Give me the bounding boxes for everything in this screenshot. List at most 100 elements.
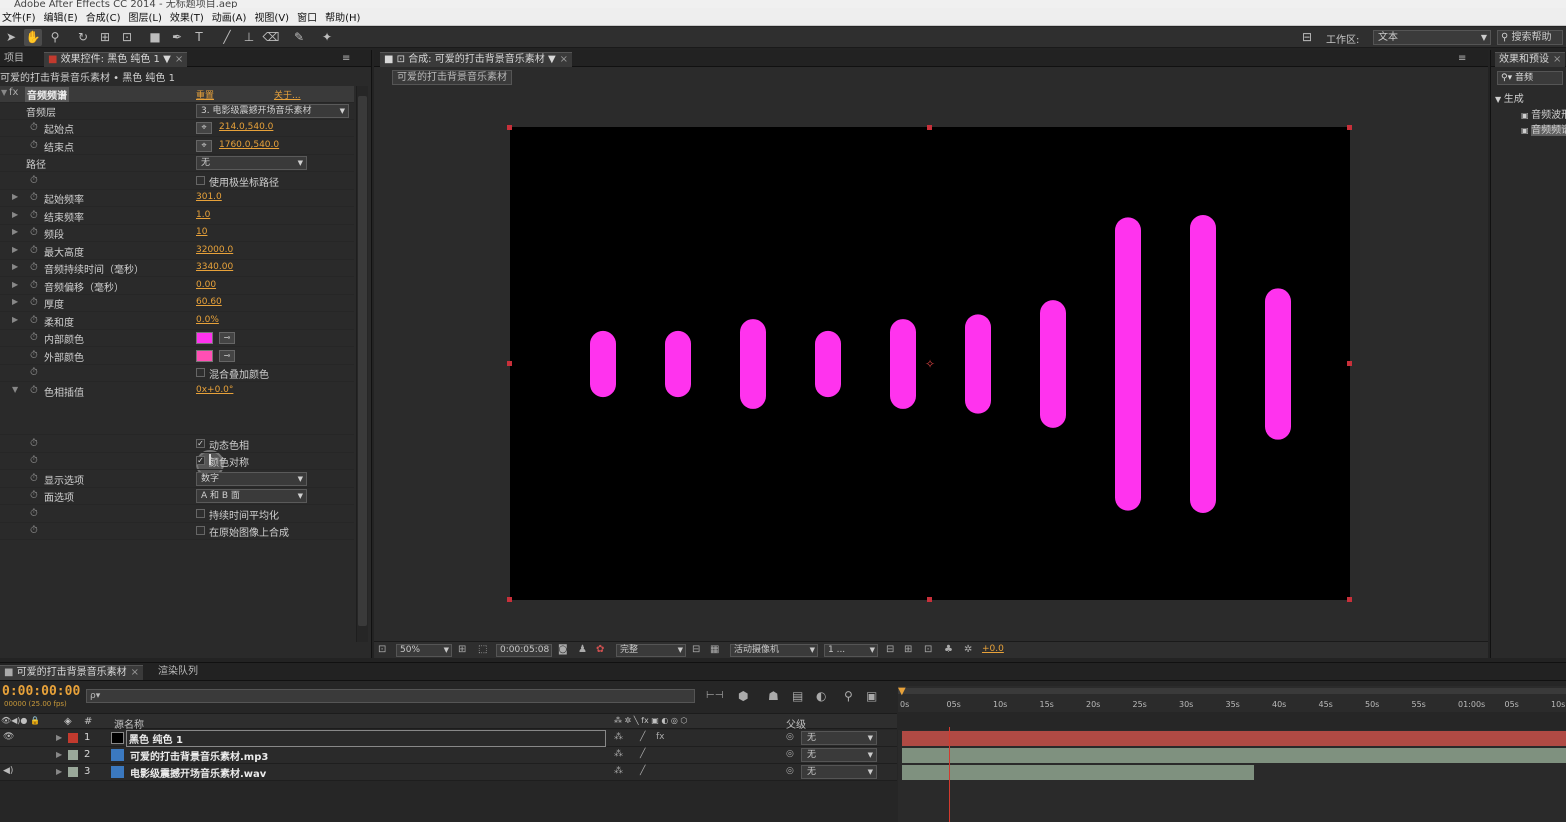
- use-polar-checkbox[interactable]: [196, 176, 205, 185]
- layer-duration-bar[interactable]: [902, 731, 1566, 746]
- crosshair-icon[interactable]: ⌖: [196, 122, 212, 134]
- eyedropper-icon[interactable]: ⊸: [219, 350, 235, 362]
- label-color-swatch[interactable]: [68, 750, 78, 760]
- camera-tool-icon[interactable]: ⊞: [96, 29, 114, 46]
- flowchart-icon[interactable]: ♣: [944, 644, 953, 655]
- work-area-bar[interactable]: [898, 688, 1566, 694]
- shy-switch-icon[interactable]: ⁂: [614, 749, 623, 759]
- stopwatch-icon[interactable]: ⏱: [30, 490, 38, 501]
- duration-averaging-checkbox[interactable]: [196, 509, 205, 518]
- zoom-select[interactable]: 50% ▼: [396, 644, 452, 657]
- rotate-tool-icon[interactable]: ↻: [74, 29, 92, 46]
- preview-toggle-icon[interactable]: ⊡: [378, 644, 386, 655]
- pen-tool-icon[interactable]: ✒: [168, 29, 186, 46]
- side-options-select[interactable]: A 和 B 面 ▼: [196, 489, 307, 503]
- fit-icon[interactable]: ⊞: [458, 644, 466, 655]
- brush-tool-icon[interactable]: ╱: [218, 29, 236, 46]
- effect-item-audio-spectrum[interactable]: ▣ 音频频谱: [1521, 121, 1566, 136]
- time-ruler[interactable]: ▼ 0s 05s 10s 15s 20s 25s 30s 35s 40s 45s 50s 55s 01:…: [898, 686, 1566, 712]
- expand-icon[interactable]: ▶: [12, 227, 18, 236]
- stopwatch-icon[interactable]: ⏱: [30, 473, 38, 484]
- max-height-value[interactable]: 32000.0: [196, 245, 233, 255]
- camera-select[interactable]: 活动摄像机 ▼: [730, 644, 818, 657]
- expand-icon[interactable]: ▶: [56, 733, 62, 742]
- path-select[interactable]: 无 ▼: [196, 156, 307, 170]
- hue-interpolation-value[interactable]: 0x+0.0°: [196, 385, 233, 395]
- region-icon[interactable]: ⬚: [478, 644, 487, 655]
- layer-handle[interactable]: [507, 125, 512, 130]
- timeline-search-input[interactable]: ρ▾: [86, 689, 695, 703]
- layer-handle[interactable]: [507, 361, 512, 366]
- stopwatch-icon[interactable]: ⏱: [30, 367, 38, 378]
- zoom-tool-icon[interactable]: ⚲: [46, 29, 64, 46]
- crosshair-icon[interactable]: ⌖: [196, 140, 212, 152]
- menu-layer[interactable]: 图层(L): [126, 9, 167, 24]
- label-color-swatch[interactable]: [68, 733, 78, 743]
- channel-icon[interactable]: ✿: [596, 644, 604, 655]
- layer-handle[interactable]: [927, 597, 932, 602]
- outside-color-swatch[interactable]: [196, 350, 213, 362]
- playhead-line[interactable]: [949, 727, 950, 822]
- fx-switch-icon[interactable]: fx: [656, 732, 665, 742]
- close-icon[interactable]: ×: [131, 667, 139, 678]
- parent-select[interactable]: 无 ▼: [801, 765, 877, 779]
- layer-name[interactable]: 黑色 纯色 1: [126, 730, 606, 747]
- expand-icon[interactable]: ▶: [12, 210, 18, 219]
- expand-icon[interactable]: ▶: [12, 262, 18, 271]
- shy-layers-icon[interactable]: ☗: [768, 689, 779, 703]
- frame-blending-icon[interactable]: ▤: [792, 689, 803, 703]
- close-icon[interactable]: ×: [175, 54, 183, 65]
- composition-canvas[interactable]: ✧: [510, 127, 1350, 600]
- effect-name[interactable]: 音频频谱: [25, 87, 69, 102]
- close-icon[interactable]: ×: [1553, 54, 1561, 65]
- shy-switch-icon[interactable]: ⁂: [614, 766, 623, 776]
- hand-tool-icon[interactable]: ✋: [24, 29, 42, 46]
- layer-name[interactable]: 可爱的打击背景音乐素材.mp3: [130, 748, 268, 763]
- thickness-value[interactable]: 60.60: [196, 297, 222, 307]
- tab-timeline-comp[interactable]: ■ 可爱的打击背景音乐素材 ×: [0, 665, 144, 680]
- layer-handle[interactable]: [927, 125, 932, 130]
- layer-handle[interactable]: [507, 597, 512, 602]
- help-search[interactable]: ⚲ 搜索帮助: [1497, 30, 1563, 45]
- stopwatch-icon[interactable]: ⏱: [30, 525, 38, 536]
- fast-preview-icon[interactable]: ⊞: [904, 644, 912, 655]
- end-point-value[interactable]: 1760.0,540.0: [219, 140, 279, 150]
- softness-value[interactable]: 0.0%: [196, 315, 219, 325]
- start-frequency-value[interactable]: 301.0: [196, 192, 222, 202]
- quality-switch-icon[interactable]: ╱: [640, 766, 645, 776]
- timeline-timecode[interactable]: 0:00:00:00: [2, 684, 80, 699]
- parent-select[interactable]: 无 ▼: [801, 748, 877, 762]
- label-color-swatch[interactable]: [68, 767, 78, 777]
- graph-editor-icon[interactable]: ⚲: [844, 689, 853, 703]
- workspace-select[interactable]: 文本 ▼: [1373, 30, 1491, 45]
- layer-handle[interactable]: [1347, 125, 1352, 130]
- layer-handle[interactable]: [1347, 597, 1352, 602]
- tab-render-queue[interactable]: 渲染队列: [154, 665, 202, 680]
- collapse-icon[interactable]: ▼: [1, 88, 7, 97]
- about-link[interactable]: 关于...: [274, 88, 301, 101]
- pick-whip-icon[interactable]: ◎: [786, 749, 794, 759]
- composite-original-checkbox[interactable]: [196, 526, 205, 535]
- stopwatch-icon[interactable]: ⏱: [30, 175, 38, 186]
- exposure-value[interactable]: +0.0: [982, 644, 1004, 654]
- shy-switch-icon[interactable]: ⁂: [614, 732, 623, 742]
- motion-blur-icon[interactable]: ◐: [816, 689, 826, 703]
- snapshot-icon[interactable]: ◙: [558, 644, 568, 655]
- timeline-icon[interactable]: ⊡: [924, 644, 932, 655]
- quality-switch-icon[interactable]: ╱: [640, 732, 645, 742]
- selection-tool-icon[interactable]: ➤: [2, 29, 20, 46]
- current-time-indicator-icon[interactable]: ▼: [898, 686, 906, 700]
- menu-composition[interactable]: 合成(C): [84, 9, 127, 24]
- end-frequency-value[interactable]: 1.0: [196, 210, 210, 220]
- layer-row[interactable]: ▶ 2 可爱的打击背景音乐素材.mp3 ⁂ ╱ ◎ 无 ▼: [0, 747, 897, 764]
- expand-icon[interactable]: ▶: [56, 767, 62, 776]
- close-icon[interactable]: ×: [560, 54, 568, 65]
- layer-row[interactable]: ◀) ▶ 3 电影级震撼开场音乐素材.wav ⁂ ╱ ◎ 无 ▼: [0, 764, 897, 781]
- pick-whip-icon[interactable]: ◎: [786, 732, 794, 742]
- stopwatch-icon[interactable]: ⏱: [30, 210, 38, 221]
- effect-controls-scrollbar[interactable]: [356, 86, 368, 642]
- tab-project[interactable]: 项目: [0, 52, 28, 67]
- tab-effects-presets[interactable]: 效果和预设 ×: [1495, 52, 1566, 67]
- menu-edit[interactable]: 编辑(E): [42, 9, 84, 24]
- stopwatch-icon[interactable]: ⏱: [30, 262, 38, 273]
